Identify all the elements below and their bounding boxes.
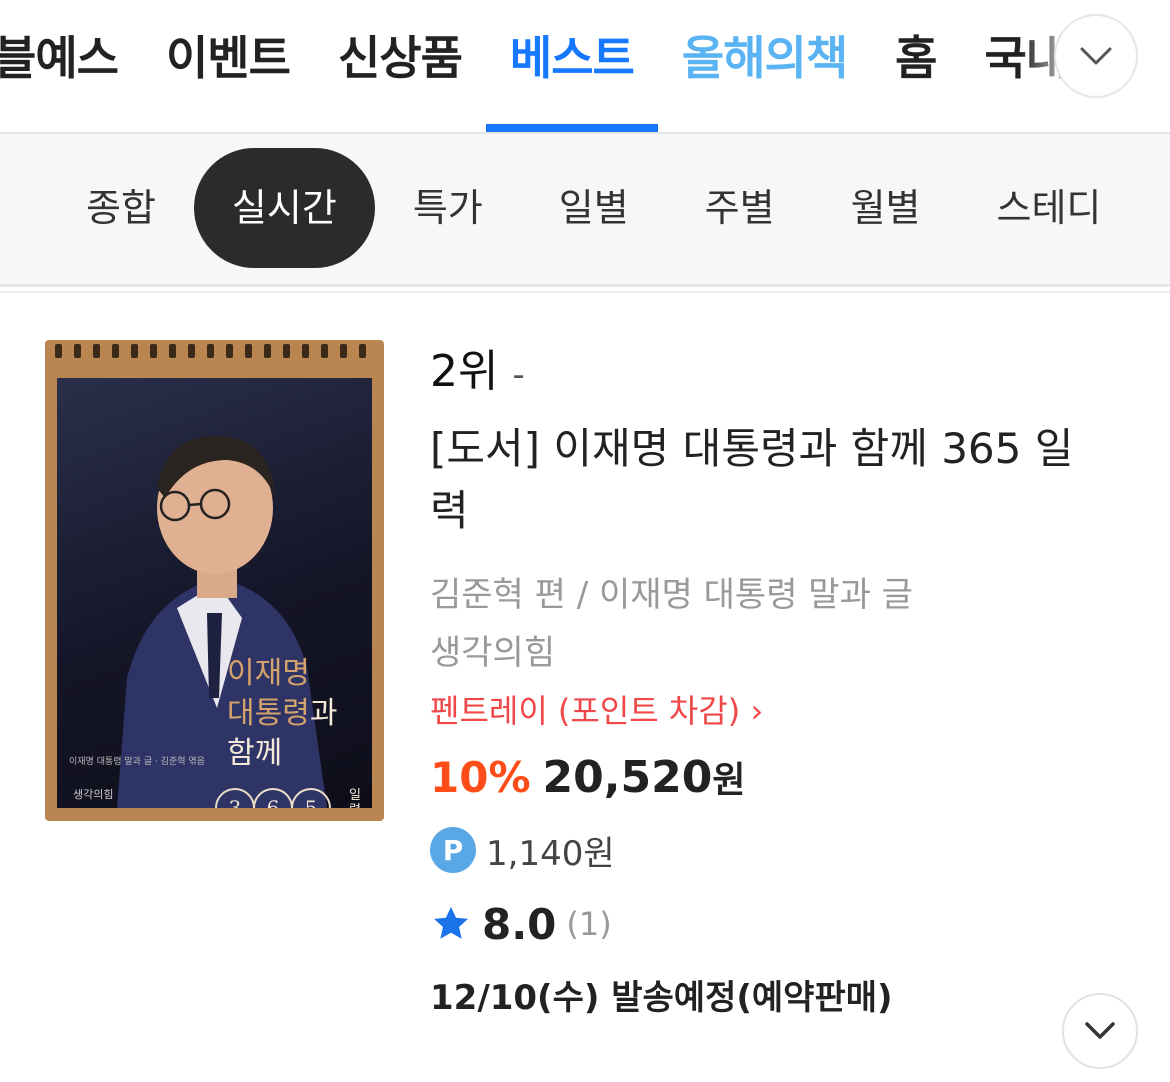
- cover-artwork: 이재명 대통령과 함께 이재명 대통령 말과 글 · 김준혁 엮음 생각의힘 3…: [57, 378, 372, 808]
- sub-nav-weekly[interactable]: 주별: [667, 148, 813, 268]
- points-line: P 1,140원: [430, 820, 1130, 880]
- top-nav-item-book-of-year[interactable]: 올해의책: [658, 0, 871, 132]
- divider: [0, 291, 1170, 293]
- review-count: (1): [566, 905, 612, 943]
- sub-nav-steady[interactable]: 스테디: [959, 148, 1140, 268]
- cover-title-line3: 함께: [227, 736, 283, 771]
- top-category-nav: 블예스 이벤트 신상품 베스트 올해의책 홈 국내도서: [0, 0, 1170, 134]
- reward-points: 1,140원: [486, 833, 615, 874]
- star-icon: [434, 906, 468, 939]
- best-subcategory-nav: 종합 실시간 특가 일별 주별 월별 스테디: [0, 134, 1170, 287]
- cover-digit: 5: [291, 788, 331, 808]
- chevron-down-icon: [1085, 1022, 1115, 1039]
- cover-365-digits: 3 6 5: [215, 788, 331, 808]
- sub-nav-realtime[interactable]: 실시간: [193, 148, 375, 268]
- cover-title-line2a: 대통령: [227, 696, 310, 731]
- calendar-rings: [55, 344, 366, 358]
- rank: 2위: [430, 346, 499, 397]
- product-info: 2위 - [도서] 이재명 대통령과 함께 365 일력 김준혁 편 / 이재명 …: [430, 340, 1130, 1028]
- sale-price: 20,520: [542, 752, 713, 803]
- cover-title-line1: 이재명: [227, 656, 310, 691]
- rating-score: 8.0: [482, 899, 557, 949]
- cover-ilryeok: 일력: [349, 788, 361, 808]
- author-link[interactable]: 김준혁 편 / 이재명 대통령 말과 글: [430, 566, 1130, 624]
- rank-line: 2위 -: [430, 340, 1130, 404]
- shipping-info: 12/10(수) 발송예정(예약판매): [430, 978, 893, 1018]
- subcategory-list: 종합 실시간 특가 일별 주별 월별 스테디: [48, 148, 1139, 268]
- book-cover-image[interactable]: 이재명 대통령과 함께 이재명 대통령 말과 글 · 김준혁 엮음 생각의힘 3…: [45, 340, 384, 821]
- publisher-link[interactable]: 생각의힘: [430, 624, 1130, 682]
- cover-digit: 6: [253, 788, 293, 808]
- cover-subtitle: 이재명 대통령 말과 글 · 김준혁 엮음: [69, 757, 205, 767]
- sub-nav-daily[interactable]: 일별: [521, 148, 667, 268]
- sub-nav-special[interactable]: 특가: [375, 148, 521, 268]
- cover-digit: 3: [215, 788, 255, 808]
- cover-title: 이재명 대통령과 함께: [227, 654, 337, 774]
- rating-line: 8.0 (1): [430, 892, 1130, 956]
- cover-title-line2: 대통령과: [227, 694, 337, 734]
- top-nav-item-best[interactable]: 베스트: [485, 0, 658, 132]
- product-title-link[interactable]: [도서] 이재명 대통령과 함께 365 일력: [430, 418, 1110, 542]
- discount-rate: 10%: [430, 753, 531, 802]
- sub-nav-overall[interactable]: 종합: [48, 148, 194, 268]
- price-unit: 원: [712, 760, 746, 801]
- sub-nav-monthly[interactable]: 월별: [813, 148, 959, 268]
- cover-publisher-logo: 생각의힘: [73, 788, 114, 801]
- pentray-payment-link[interactable]: 펜트레이 (포인트 차감) ›: [430, 682, 1130, 740]
- top-nav-item-home[interactable]: 홈: [871, 0, 960, 132]
- chevron-down-icon: [1080, 47, 1112, 65]
- cover-title-line2b: 과: [309, 696, 338, 731]
- rank-change: -: [512, 355, 525, 395]
- more-options-button[interactable]: [1062, 993, 1138, 1069]
- top-nav-item-yes[interactable]: 블예스: [0, 0, 142, 132]
- top-nav-item-new[interactable]: 신상품: [314, 0, 486, 132]
- points-icon: P: [430, 827, 476, 873]
- top-category-list: 블예스 이벤트 신상품 베스트 올해의책 홈 국내도서: [0, 0, 1170, 132]
- top-nav-item-event[interactable]: 이벤트: [142, 0, 314, 132]
- price-line: 10% 20,520원: [430, 746, 1130, 810]
- expand-categories-button[interactable]: [1054, 14, 1138, 98]
